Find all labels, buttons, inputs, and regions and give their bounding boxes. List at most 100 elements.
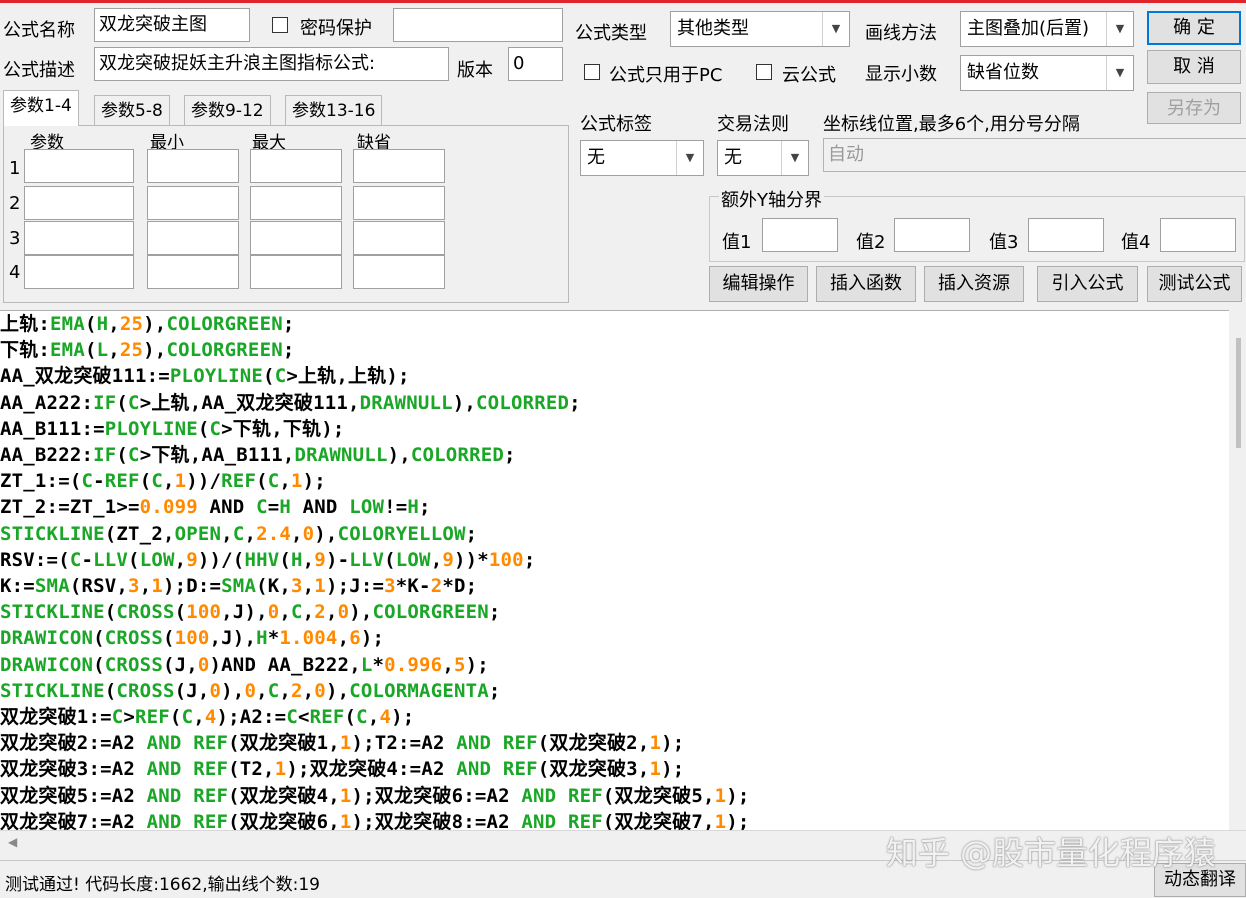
param-1-min[interactable] [147,149,239,183]
code-token: AND [197,496,257,519]
cloud-checkbox[interactable] [756,64,772,80]
value1-input[interactable] [762,218,838,252]
code-line: DRAWICON(CROSS(100,J),H*1.004,6); [0,625,1229,651]
insert-resource-button[interactable]: 插入资源 [924,266,1024,302]
tab-params-9-12[interactable]: 参数9-12 [184,95,271,127]
code-token: );双龙突破4:=A2 [286,758,457,781]
code-token: (J, [162,653,198,676]
code-token: REF [135,706,170,729]
import-formula-button[interactable]: 引入公式 [1037,266,1138,302]
code-token: < [297,706,310,729]
password-checkbox[interactable] [272,17,288,33]
decimals-select[interactable]: 缺省位数 ▼ [960,55,1134,91]
code-token: 1 [291,470,303,493]
param-2-max[interactable] [250,186,342,220]
code-token: 4 [379,706,392,729]
code-token: 1 [151,575,163,598]
code-token: 6 [349,627,361,650]
code-token: C [232,522,245,545]
code-token: C [286,706,298,729]
code-token: 0 [267,601,280,624]
code-token: *D; [442,575,478,598]
code-token: 1 [274,758,287,781]
value3-input[interactable] [1028,218,1104,252]
code-token: HHV [244,548,280,571]
password-input[interactable] [393,8,563,42]
save-as-button[interactable]: 另存为 [1147,92,1241,124]
cancel-button[interactable]: 取 消 [1147,50,1241,84]
param-3-default[interactable] [353,221,445,255]
test-formula-button[interactable]: 测试公式 [1147,266,1242,302]
pc-only-checkbox[interactable] [584,64,600,80]
code-text: 上轨:EMA(H,25),COLORGREEN; 下轨:EMA(L,25),COL… [0,311,1229,830]
tab-params-13-16[interactable]: 参数13-16 [285,95,383,127]
code-token: ( [104,601,117,624]
formula-tag-label: 公式标签 [580,114,652,135]
param-2-default[interactable] [353,186,445,220]
code-token: AND [146,732,182,755]
code-token: COLORGREEN [166,313,283,335]
edit-ops-button[interactable]: 编辑操作 [709,266,808,302]
tab-params-1-4[interactable]: 参数1-4 [3,90,79,126]
code-token: STICKLINE [0,679,105,702]
version-input[interactable]: 0 [508,47,563,81]
formula-tag-select[interactable]: 无 ▼ [580,140,704,176]
insert-function-button[interactable]: 插入函数 [816,266,916,302]
code-line: K:=SMA(RSV,3,1);D:=SMA(K,3,1);J:=3*K-2*D… [0,573,1229,599]
code-token: >下轨,AA_B111, [139,444,295,467]
code-line: ZT_1:=(C-REF(C,1))/REF(C,1); [0,468,1229,494]
formula-desc-input[interactable]: 双龙突破捉妖主升浪主图指标公式: [94,47,449,81]
code-token: REF [193,758,229,781]
param-4-name[interactable] [24,255,134,289]
code-token: IF [93,391,117,414]
code-token: , [139,575,152,598]
code-token: , [337,627,350,650]
code-token: CROSS [116,679,175,702]
arrow-left-icon[interactable]: ◀ [8,835,17,849]
axis-position-input[interactable]: 自动 [823,138,1246,172]
code-line: STICKLINE(ZT_2,OPEN,C,2.4,0),COLORYELLOW… [0,521,1229,547]
code-token: - [93,470,105,493]
code-token: LLV [349,548,385,571]
code-token: , [291,522,303,545]
code-token: SMA [34,575,70,598]
param-3-min[interactable] [147,221,239,255]
param-2-min[interactable] [147,186,239,220]
param-4-min[interactable] [147,255,239,289]
code-token: REF [193,810,229,830]
param-1-max[interactable] [250,149,342,183]
param-3-max[interactable] [250,221,342,255]
param-4-default[interactable] [353,255,445,289]
code-line: ZT_2:=ZT_1>=0.099 AND C=H AND LOW!=H; [0,494,1229,520]
vertical-scrollbar-thumb[interactable] [1236,338,1241,448]
code-token: ))/( [197,548,245,571]
code-token: ( [256,470,268,493]
value4-input[interactable] [1160,218,1236,252]
code-token: 0 [302,522,315,545]
code-line: AA_A222:IF(C>上轨,AA_双龙突破111,DRAWNULL),COL… [0,390,1229,416]
formula-type-value: 其他类型 [677,18,749,39]
ok-button[interactable]: 确 定 [1147,11,1241,45]
code-token: 5 [453,653,466,676]
param-2-name[interactable] [24,186,134,220]
code-token: REF [193,784,229,807]
code-token: AA_B222: [0,444,94,467]
draw-method-select[interactable]: 主图叠加(后置) ▼ [960,11,1134,47]
code-token: ( [116,391,129,414]
param-1-name[interactable] [24,149,134,183]
code-token: ( [128,548,140,571]
param-1-default[interactable] [353,149,445,183]
param-3-name[interactable] [24,221,134,255]
code-token: ( [93,627,105,650]
trade-rule-select[interactable]: 无 ▼ [717,140,809,176]
code-token: H [291,548,303,571]
formula-type-select[interactable]: 其他类型 ▼ [670,11,850,47]
formula-name-input[interactable]: 双龙突破主图 [94,8,250,42]
value2-input[interactable] [894,218,970,252]
tab-params-5-8[interactable]: 参数5-8 [94,95,170,127]
param-4-max[interactable] [250,255,342,289]
code-token: 3 [128,575,140,598]
code-editor[interactable]: 上轨:EMA(H,25),COLORGREEN; 下轨:EMA(L,25),COL… [0,310,1229,830]
